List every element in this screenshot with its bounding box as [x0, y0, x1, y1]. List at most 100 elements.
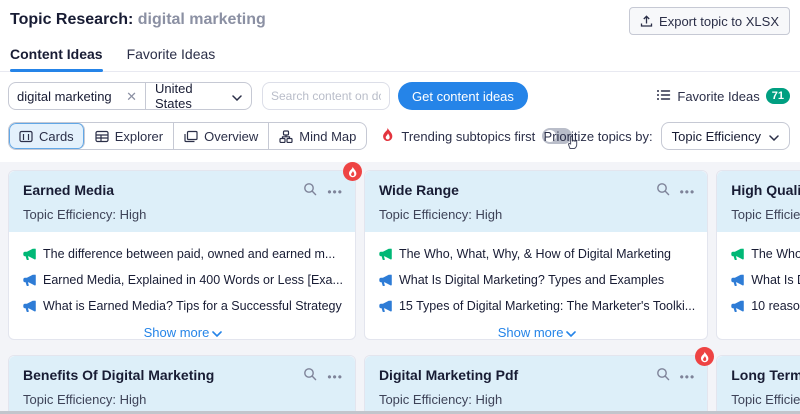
idea-item[interactable]: The Who, What, Why, & How of Digital Mar…: [379, 247, 695, 263]
topic-card: Earned Media ••• Topic Efficiency: High …: [8, 162, 362, 340]
region-value: United States: [155, 82, 193, 110]
prioritize-control: Prioritize topics by: Topic Efficiency: [544, 122, 790, 150]
idea-text: 10 reasons you need a digital marketing …: [751, 299, 800, 313]
view-mind-map[interactable]: Mind Map: [269, 123, 366, 149]
clear-query-icon[interactable]: ✕: [126, 90, 137, 103]
idea-item[interactable]: 10 reasons you need a digital marketing …: [731, 299, 800, 315]
card-title: Long Term: [731, 367, 800, 383]
idea-item[interactable]: 15 Types of Digital Marketing: The Marke…: [379, 299, 695, 315]
card-body: The difference between paid, owned and e…: [9, 232, 355, 350]
idea-item[interactable]: What is Earned Media? Tips for a Success…: [23, 299, 343, 315]
card-actions: •••: [656, 367, 696, 386]
domain-search-input[interactable]: [262, 82, 390, 110]
idea-text: 15 Types of Digital Marketing: The Marke…: [398, 299, 696, 313]
card-efficiency: Topic Efficiency: High: [378, 207, 503, 222]
card-header: Benefits Of Digital Marketing ••• Topic …: [9, 356, 355, 414]
card-header: High Quality ••• Topic Efficiency: High: [717, 171, 800, 232]
topic-query-input[interactable]: [17, 88, 127, 104]
more-actions-icon[interactable]: •••: [680, 371, 696, 383]
view-overview-label: Overview: [204, 128, 259, 144]
controls-row: Cards Explorer Overview Mind Map Trendin…: [8, 122, 792, 150]
idea-text: What is Earned Media? Tips for a Success…: [43, 299, 342, 313]
view-cards[interactable]: Cards: [9, 123, 85, 149]
megaphone-icon: [23, 273, 36, 289]
favorites-count-badge: 71: [765, 88, 790, 104]
card-title: High Quality: [731, 182, 800, 198]
chevron-down-icon: [769, 129, 779, 144]
more-actions-icon[interactable]: •••: [327, 186, 343, 198]
trending-flame-badge: [342, 162, 362, 181]
prioritize-select[interactable]: Topic Efficiency: [660, 122, 790, 150]
card-header: Long Term ••• Topic Efficiency: High: [717, 356, 800, 414]
megaphone-icon: [379, 299, 392, 315]
idea-item[interactable]: What Is Digital Marketing? Types and Exa…: [379, 273, 695, 289]
idea-item[interactable]: The Who, What, Why, & How of Digital Mar…: [731, 247, 800, 263]
topic-card: Benefits Of Digital Marketing ••• Topic …: [8, 355, 356, 414]
view-mind-map-label: Mind Map: [299, 128, 357, 144]
search-icon[interactable]: [303, 367, 317, 386]
main-tabs: Content Ideas Favorite Ideas: [0, 46, 800, 72]
show-more-link[interactable]: Show more: [731, 325, 800, 340]
show-more-link[interactable]: Show more: [23, 325, 343, 340]
card-actions: •••: [303, 182, 343, 201]
region-select[interactable]: United States: [146, 83, 251, 109]
card-title: Benefits Of Digital Marketing: [23, 367, 215, 383]
card-header: Wide Range ••• Topic Efficiency: High: [364, 171, 708, 232]
query-group: ✕ United States: [8, 82, 252, 110]
card-efficiency: Topic Efficiency: High: [23, 207, 147, 222]
megaphone-icon: [731, 273, 744, 289]
show-more-label: Show more: [497, 325, 564, 340]
megaphone-icon: [379, 247, 392, 263]
megaphone-icon: [731, 299, 744, 315]
card-actions: •••: [303, 367, 343, 386]
search-icon[interactable]: [656, 367, 670, 386]
card-efficiency: Topic Efficiency: High: [731, 207, 800, 222]
chevron-down-icon: [232, 89, 242, 104]
app-header: Topic Research: digital marketing Export…: [0, 0, 800, 35]
card-header: Digital Marketing Pdf ••• Topic Efficien…: [364, 356, 708, 414]
page-title-query: digital marketing: [137, 11, 266, 28]
cards-view-icon: [19, 130, 33, 143]
idea-item[interactable]: What Is Digital Marketing? Types and Exa…: [731, 273, 800, 289]
idea-text: The Who, What, Why, & How of Digital Mar…: [751, 247, 800, 261]
megaphone-icon: [379, 273, 392, 289]
export-label: Export topic to XLSX: [659, 13, 779, 29]
search-icon[interactable]: [303, 182, 317, 201]
idea-text: What Is Digital Marketing? Types and Exa…: [398, 273, 665, 287]
export-icon: [640, 14, 653, 28]
topic-card: Wide Range ••• Topic Efficiency: High Th…: [363, 170, 709, 340]
card-body: The Who, What, Why, & How of Digital Mar…: [365, 232, 707, 350]
trending-label: Trending subtopics first: [401, 128, 536, 144]
favorite-ideas-label: Favorite Ideas: [677, 88, 760, 104]
show-more-link[interactable]: Show more: [379, 325, 695, 340]
trending-flame-badge: [695, 347, 715, 366]
view-explorer-label: Explorer: [114, 128, 164, 144]
card-header: Earned Media ••• Topic Efficiency: High: [9, 171, 355, 232]
idea-item[interactable]: The difference between paid, owned and e…: [23, 247, 343, 263]
topic-card: Long Term ••• Topic Efficiency: High: [716, 355, 800, 414]
tab-content-ideas[interactable]: Content Ideas: [10, 46, 103, 72]
card-efficiency: Topic Efficiency: High: [23, 392, 147, 407]
idea-text: Earned Media, Explained in 400 Words or …: [43, 273, 343, 287]
tab-favorite-ideas[interactable]: Favorite Ideas: [127, 46, 216, 71]
topic-card: Digital Marketing Pdf ••• Topic Efficien…: [363, 347, 715, 414]
prioritize-label: Prioritize topics by:: [543, 128, 653, 144]
view-cards-label: Cards: [39, 128, 74, 144]
view-overview[interactable]: Overview: [174, 123, 270, 149]
search-icon[interactable]: [656, 182, 670, 201]
card-efficiency: Topic Efficiency: High: [378, 392, 503, 407]
mind-map-view-icon: [279, 129, 293, 143]
export-button[interactable]: Export topic to XLSX: [629, 7, 790, 35]
more-actions-icon[interactable]: •••: [327, 371, 343, 383]
megaphone-icon: [23, 247, 36, 263]
favorite-ideas-link[interactable]: Favorite Ideas 71: [657, 88, 790, 104]
idea-text: What Is Digital Marketing? Types and Exa…: [751, 273, 800, 287]
query-input-wrap: ✕: [9, 83, 146, 109]
megaphone-icon: [731, 247, 744, 263]
search-row: ✕ United States Get content ideas Favori…: [8, 82, 792, 110]
flame-icon: [381, 127, 394, 145]
get-content-ideas-button[interactable]: Get content ideas: [398, 82, 528, 110]
more-actions-icon[interactable]: •••: [680, 186, 696, 198]
view-explorer[interactable]: Explorer: [85, 123, 175, 149]
idea-item[interactable]: Earned Media, Explained in 400 Words or …: [23, 273, 343, 289]
